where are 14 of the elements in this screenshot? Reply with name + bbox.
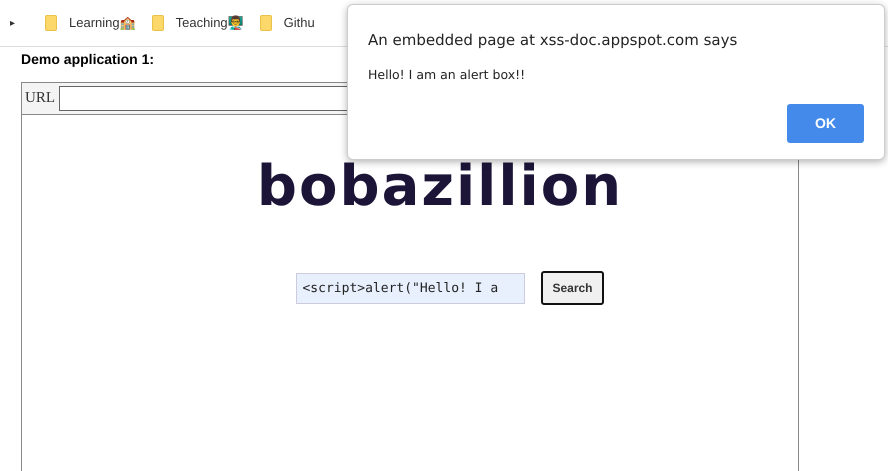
dialog-title: An embedded page at xss-doc.appspot.com says [368, 30, 738, 51]
chevron-icon[interactable]: ▸ [10, 16, 15, 30]
bookmark-link[interactable]: Githu [284, 13, 315, 33]
dialog-message: Hello! I am an alert box!! [368, 66, 526, 84]
search-button[interactable]: Search [541, 271, 604, 305]
bookmark-link[interactable]: Teaching👨‍🏫 [176, 13, 244, 33]
url-label: URL [25, 89, 55, 108]
logo: bobazillion [256, 155, 624, 219]
bookmark-link[interactable]: Learning🏫 [69, 13, 136, 33]
folder-icon [260, 15, 272, 31]
folder-icon [152, 15, 164, 31]
page-heading: Demo application 1: [21, 50, 156, 69]
folder-icon [45, 15, 57, 31]
search-field[interactable]: <script>alert("Hello! I a [296, 272, 526, 304]
